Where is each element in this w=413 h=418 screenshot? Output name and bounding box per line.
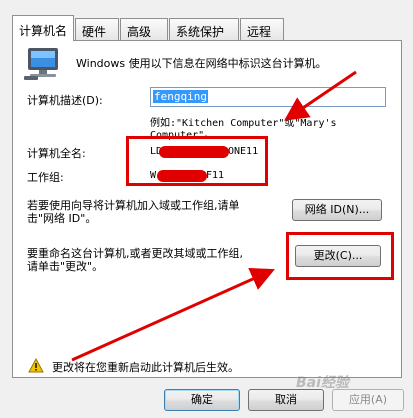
apply-button[interactable]: 应用(A) [332, 389, 404, 411]
annotation-box-names [126, 136, 268, 186]
computer-description-input[interactable]: fengqing [150, 87, 386, 107]
tab-remote[interactable]: 远程 [240, 18, 284, 40]
ok-button[interactable]: 确定 [164, 389, 240, 411]
restart-warning-text: 更改将在您重新启动此计算机后生效。 [52, 361, 239, 374]
tab-advanced[interactable]: 高级 [120, 18, 168, 40]
workgroup-label: 工作组: [27, 171, 64, 184]
network-id-text-line2: 击"网络 ID"。 [27, 212, 97, 225]
annotation-box-change [286, 232, 394, 280]
tab-system-protection[interactable]: 系统保护 [169, 18, 239, 40]
intro-text: Windows 使用以下信息在网络中标识这台计算机。 [76, 57, 327, 70]
tab-computer-name[interactable]: 计算机名 [12, 15, 74, 41]
cancel-button[interactable]: 取消 [248, 389, 324, 411]
tab-hardware[interactable]: 硬件 [75, 18, 119, 40]
warning-icon [28, 358, 44, 373]
watermark: Bai经验 [296, 375, 349, 391]
computer-icon [24, 48, 58, 80]
description-label: 计算机描述(D): [27, 94, 103, 107]
change-text-line2: 请单击"更改"。 [27, 260, 104, 273]
network-id-button[interactable]: 网络 ID(N)... [292, 199, 382, 221]
description-value: fengqing [153, 90, 208, 103]
full-name-label: 计算机全名: [27, 147, 86, 160]
